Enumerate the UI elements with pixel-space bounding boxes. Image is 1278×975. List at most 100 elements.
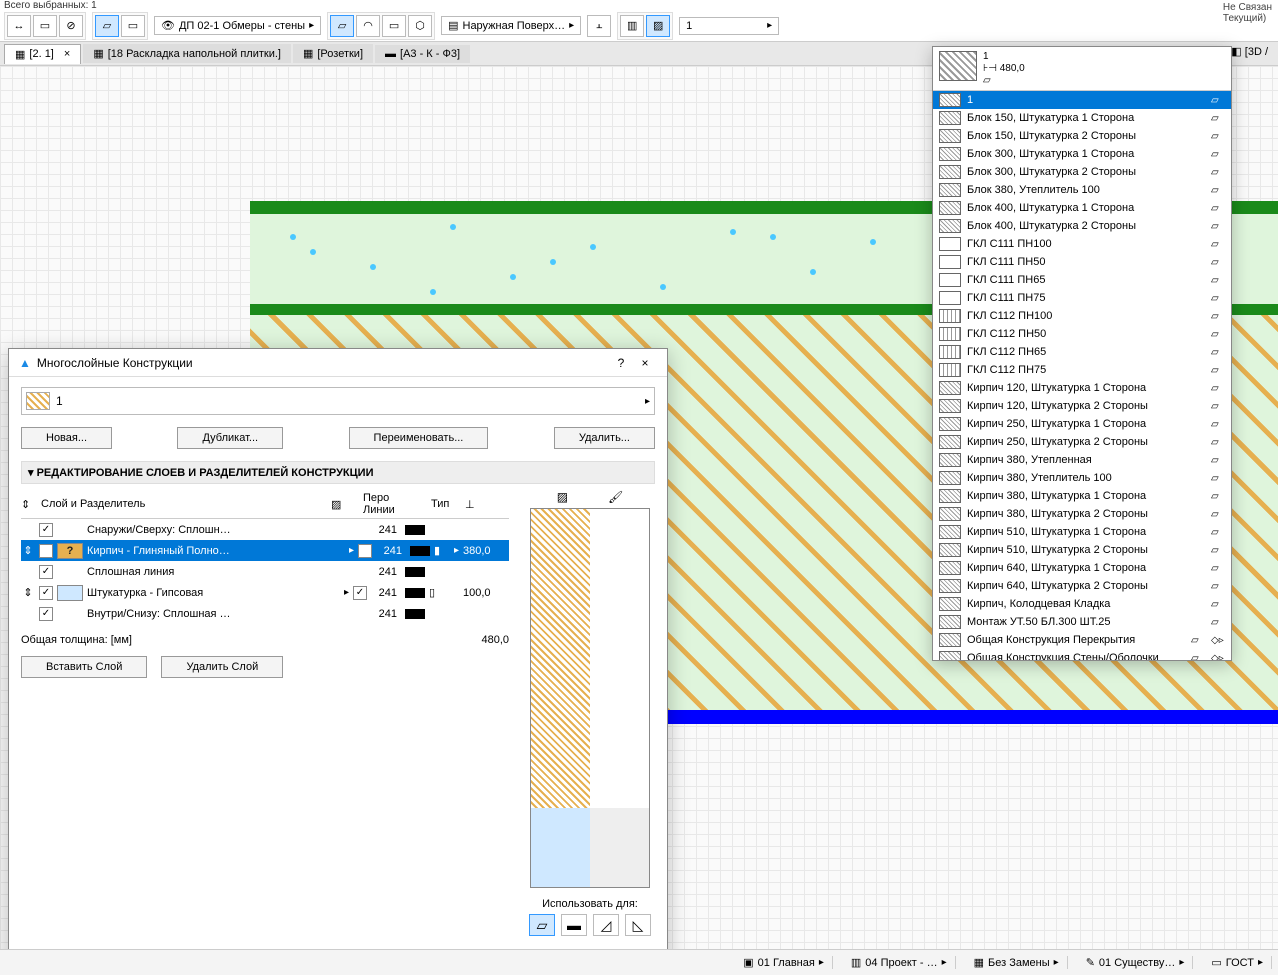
layer-row[interactable]: ✓Снаружи/Сверху: Сплошн…241 <box>21 519 509 540</box>
layer-pen[interactable]: 241 <box>371 566 401 578</box>
dropdown-item[interactable]: ГКЛ С111 ПН50▱ <box>933 253 1231 271</box>
marquee-tool-icon[interactable]: ▭ <box>33 15 57 37</box>
dropdown-item[interactable]: Блок 150, Штукатурка 1 Сторона▱ <box>933 109 1231 127</box>
dropdown-item[interactable]: ГКЛ С112 ПН65▱ <box>933 343 1231 361</box>
layer-core-checkbox[interactable]: ✓ <box>358 544 372 558</box>
dropdown-item[interactable]: Кирпич 380, Штукатурка 1 Сторона▱ <box>933 487 1231 505</box>
surface-combo[interactable]: ▤ Наружная Поверх… ▸ <box>441 16 581 35</box>
suspend-tool-icon[interactable]: ⊘ <box>59 15 83 37</box>
chevron-right-icon[interactable]: ▸ <box>349 545 354 556</box>
status-story[interactable]: ▣01 Главная▸ <box>735 956 833 969</box>
layer-pen[interactable]: 241 <box>371 608 401 620</box>
chevron-right-icon[interactable]: ▸ <box>454 545 459 556</box>
wall-tool-icon[interactable]: ▱ <box>95 15 119 37</box>
composite-dropdown[interactable]: 1 ⊦⊣ 480,0 ▱ 1▱Блок 150, Штукатурка 1 Ст… <box>932 46 1232 661</box>
poly-wall-icon[interactable]: ⬡ <box>408 15 432 37</box>
layer-pen[interactable]: 241 <box>376 545 406 557</box>
dropdown-item[interactable]: Кирпич 120, Штукатурка 1 Сторона▱ <box>933 379 1231 397</box>
dropdown-item[interactable]: Монтаж УТ.50 БЛ.300 ШТ.25▱ <box>933 613 1231 631</box>
dropdown-item[interactable]: Блок 380, Утеплитель 100▱ <box>933 181 1231 199</box>
line-style-icon[interactable] <box>410 546 430 556</box>
layer-pen[interactable]: 241 <box>371 524 401 536</box>
dropdown-item[interactable]: Кирпич 640, Штукатурка 1 Сторона▱ <box>933 559 1231 577</box>
layer-row[interactable]: ⇕✓?Кирпич - Глиняный Полно…▸✓241▮▸380,0 <box>21 540 509 561</box>
status-renovation[interactable]: ▦Без Замены▸ <box>966 956 1068 969</box>
dropdown-item[interactable]: ГКЛ С111 ПН75▱ <box>933 289 1231 307</box>
dropdown-item[interactable]: ГКЛ С112 ПН100▱ <box>933 307 1231 325</box>
help-button[interactable]: ? <box>609 356 633 370</box>
dropdown-item[interactable]: Блок 300, Штукатурка 2 Стороны▱ <box>933 163 1231 181</box>
dropdown-item[interactable]: Кирпич 250, Штукатурка 2 Стороны▱ <box>933 433 1231 451</box>
reference-line-icon[interactable]: ⫠ <box>587 15 611 37</box>
chevron-right-icon[interactable]: ▸ <box>344 587 349 598</box>
tab-view-2[interactable]: ▦ [18 Раскладка напольной плитки.] <box>83 44 291 63</box>
dropdown-item[interactable]: ГКЛ С112 ПН75▱ <box>933 361 1231 379</box>
layer-visible-checkbox[interactable]: ✓ <box>39 607 53 621</box>
tab-view-4[interactable]: ▬ [А3 - К - Ф3] <box>375 45 470 63</box>
composite-selector[interactable]: 1 ▸ <box>21 387 655 415</box>
line-style-icon[interactable] <box>405 567 425 577</box>
remove-layer-button[interactable]: Удалить Слой <box>161 656 283 678</box>
rename-button[interactable]: Переименовать... <box>349 427 489 449</box>
layer-core-checkbox[interactable]: ✓ <box>353 586 367 600</box>
close-button[interactable]: × <box>633 356 657 370</box>
dropdown-item[interactable]: Кирпич 380, Утепленная▱ <box>933 451 1231 469</box>
dropdown-item[interactable]: Блок 150, Штукатурка 2 Стороны▱ <box>933 127 1231 145</box>
dropdown-item[interactable]: Кирпич, Колодцевая Кладка▱ <box>933 595 1231 613</box>
wall-tool-2-icon[interactable]: ▭ <box>121 15 145 37</box>
use-roof-icon[interactable]: ◿ <box>593 914 619 936</box>
arrow-tool-icon[interactable]: ↔ <box>7 15 31 37</box>
new-button[interactable]: Новая... <box>21 427 112 449</box>
line-style-icon[interactable] <box>405 588 425 598</box>
tab-view-1[interactable]: ▦ [2. 1] × <box>4 44 81 64</box>
dropdown-item[interactable]: Кирпич 380, Утеплитель 100▱ <box>933 469 1231 487</box>
dropdown-item[interactable]: Блок 300, Штукатурка 1 Сторона▱ <box>933 145 1231 163</box>
duplicate-button[interactable]: Дубликат... <box>177 427 283 449</box>
dropdown-item[interactable]: Общая Конструкция Стены/Оболочки▱◇▹ <box>933 649 1231 661</box>
section-header[interactable]: ▾ РЕДАКТИРОВАНИЕ СЛОЕВ И РАЗДЕЛИТЕЛЕЙ КО… <box>21 461 655 484</box>
layer-pen[interactable]: 241 <box>371 587 401 599</box>
status-standard[interactable]: ▭ГОСТ▸ <box>1203 956 1272 969</box>
delete-button[interactable]: Удалить... <box>554 427 655 449</box>
dropdown-item[interactable]: Кирпич 640, Штукатурка 2 Стороны▱ <box>933 577 1231 595</box>
layer-visible-checkbox[interactable]: ✓ <box>39 586 53 600</box>
reorder-icon[interactable]: ⇕ <box>21 544 35 557</box>
layer-type-icon[interactable]: ▮ <box>434 544 450 557</box>
dropdown-item[interactable]: 1▱ <box>933 91 1231 109</box>
layer-row[interactable]: ✓Сплошная линия241 <box>21 561 509 582</box>
layer-type-icon[interactable]: ▯ <box>429 586 445 599</box>
dropdown-item[interactable]: Кирпич 250, Штукатурка 1 Сторона▱ <box>933 415 1231 433</box>
layer-visible-checkbox[interactable]: ✓ <box>39 544 53 558</box>
dropdown-item[interactable]: ГКЛ С111 ПН100▱ <box>933 235 1231 253</box>
curved-wall-icon[interactable]: ◠ <box>356 15 380 37</box>
trapezoid-wall-icon[interactable]: ▭ <box>382 15 406 37</box>
line-style-icon[interactable] <box>405 525 425 535</box>
tab-view-3[interactable]: ▦ [Розетки] <box>293 44 373 63</box>
layer-row[interactable]: ✓Внутри/Снизу: Сплошная …241 <box>21 603 509 624</box>
layer-thickness[interactable]: 100,0 <box>463 587 509 599</box>
plan-icon[interactable]: ▥ <box>620 15 644 37</box>
use-shell-icon[interactable]: ◺ <box>625 914 651 936</box>
dropdown-item[interactable]: ГКЛ С111 ПН65▱ <box>933 271 1231 289</box>
hatch-fill-icon[interactable]: ▨ <box>646 15 670 37</box>
dropdown-item[interactable]: Кирпич 510, Штукатурка 2 Стороны▱ <box>933 541 1231 559</box>
use-slab-icon[interactable]: ▬ <box>561 914 587 936</box>
composite-combo[interactable]: 1 ▸ <box>679 17 779 35</box>
reorder-icon[interactable]: ⇕ <box>21 586 35 599</box>
dropdown-item[interactable]: Общая Конструкция Перекрытия▱◇▹ <box>933 631 1231 649</box>
layer-visible-checkbox[interactable]: ✓ <box>39 565 53 579</box>
use-wall-icon[interactable]: ▱ <box>529 914 555 936</box>
dropdown-item[interactable]: Кирпич 380, Штукатурка 2 Стороны▱ <box>933 505 1231 523</box>
layer-row[interactable]: ⇕✓Штукатурка - Гипсовая▸✓241▯100,0 <box>21 582 509 603</box>
line-style-icon[interactable] <box>405 609 425 619</box>
straight-wall-icon[interactable]: ▱ <box>330 15 354 37</box>
dropdown-item[interactable]: Блок 400, Штукатурка 1 Сторона▱ <box>933 199 1231 217</box>
insert-layer-button[interactable]: Вставить Слой <box>21 656 147 678</box>
dropdown-item[interactable]: Кирпич 510, Штукатурка 1 Сторона▱ <box>933 523 1231 541</box>
layer-combo[interactable]: 👁 ДП 02-1 Обмеры - стены ▸ <box>154 16 321 35</box>
close-icon[interactable]: × <box>64 48 70 60</box>
layer-thickness[interactable]: 380,0 <box>463 545 509 557</box>
tab-3d[interactable]: ◧ [3D / <box>1225 42 1274 61</box>
dropdown-item[interactable]: Блок 400, Штукатурка 2 Стороны▱ <box>933 217 1231 235</box>
status-pen[interactable]: ✎01 Существу…▸ <box>1078 956 1194 969</box>
